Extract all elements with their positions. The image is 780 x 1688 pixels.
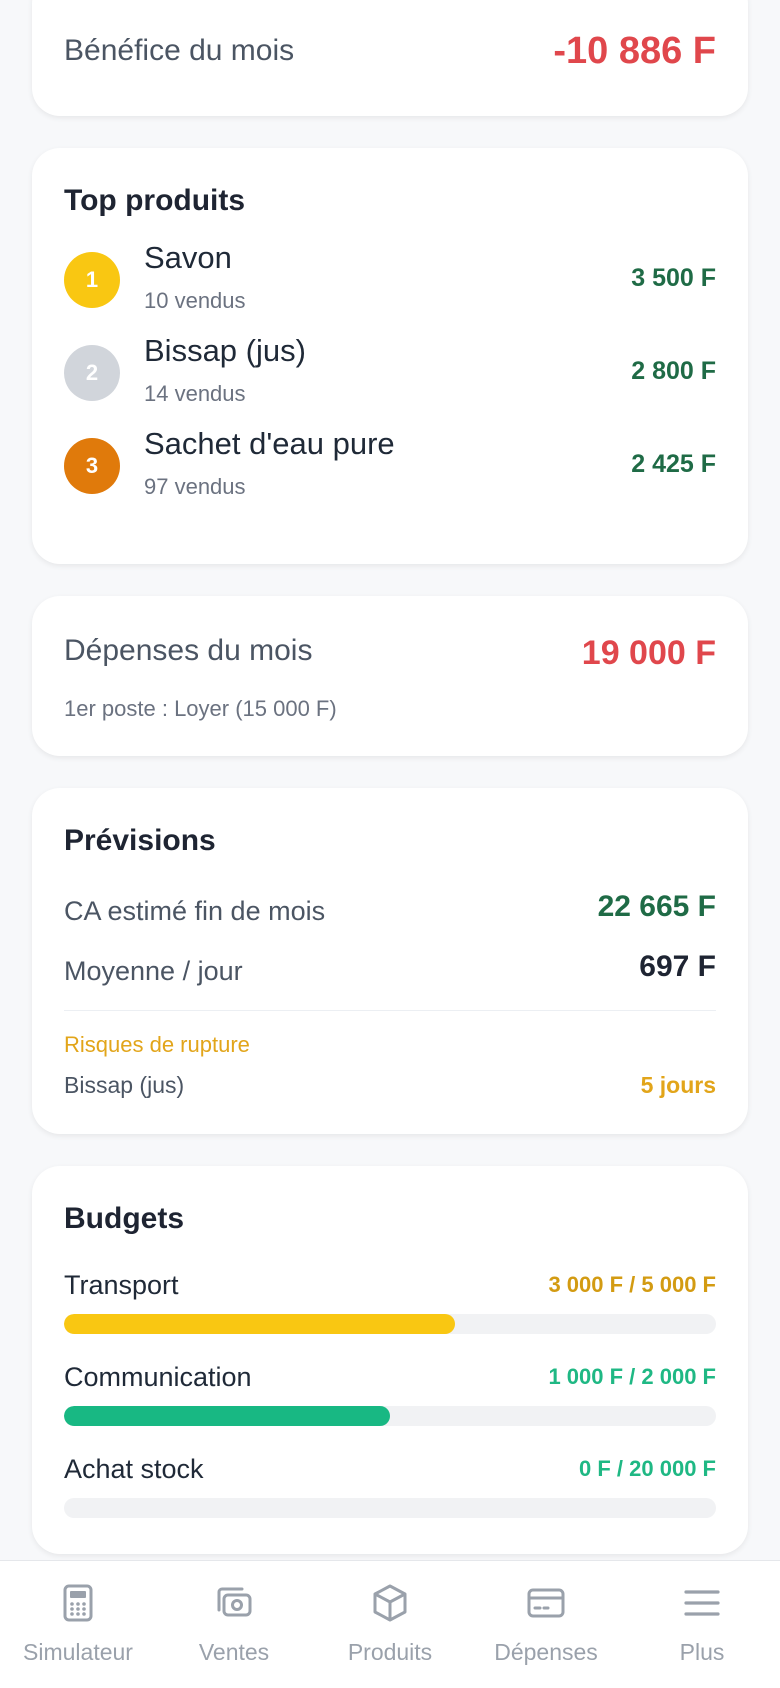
budget-label: Transport <box>64 1270 179 1300</box>
budget-label: Achat stock <box>64 1454 204 1484</box>
profit-value: -10 886 F <box>553 30 716 72</box>
nav-depenses[interactable]: Dépenses <box>468 1561 624 1688</box>
budget-row[interactable]: Transport 3 000 F / 5 000 F <box>64 1270 716 1340</box>
divider <box>64 1010 716 1011</box>
budget-progress-track <box>64 1314 716 1334</box>
budgets-card: Budgets Transport 3 000 F / 5 000 F Comm… <box>32 1166 748 1554</box>
product-row[interactable]: 1 Savon 10 vendus 3 500 F <box>32 234 748 324</box>
product-amount: 2 425 F <box>631 450 716 478</box>
menu-icon <box>684 1590 720 1616</box>
forecast-card: Prévisions CA estimé fin de mois 22 665 … <box>32 788 748 1134</box>
stockout-risk-days: 5 jours <box>640 1072 716 1098</box>
budget-value: 1 000 F / 2 000 F <box>548 1364 716 1389</box>
nav-label: Produits <box>347 1639 433 1665</box>
product-amount: 2 800 F <box>631 357 716 385</box>
budget-progress-fill <box>64 1406 390 1426</box>
expenses-card[interactable]: Dépenses du mois 19 000 F 1er poste : Lo… <box>32 596 748 756</box>
daily-average-label: Moyenne / jour <box>64 956 243 986</box>
box-icon <box>373 1584 407 1622</box>
forecast-revenue-label: CA estimé fin de mois <box>64 896 326 926</box>
budget-value: 3 000 F / 5 000 F <box>548 1272 716 1297</box>
expenses-label: Dépenses du mois <box>64 634 313 667</box>
budget-progress-track <box>64 1498 716 1518</box>
product-row[interactable]: 3 Sachet d'eau pure 97 vendus 2 425 F <box>32 420 748 510</box>
expenses-value: 19 000 F <box>581 634 716 672</box>
bottom-nav: Simulateur Ventes Produits Dépenses Plus <box>0 1560 780 1688</box>
expenses-top-item: 1er poste : Loyer (15 000 F) <box>64 696 337 721</box>
budget-progress-track <box>64 1406 716 1426</box>
product-sold: 14 vendus <box>144 381 246 406</box>
nav-plus[interactable]: Plus <box>624 1561 780 1688</box>
nav-ventes[interactable]: Ventes <box>156 1561 312 1688</box>
product-amount: 3 500 F <box>631 264 716 292</box>
nav-produits[interactable]: Produits <box>312 1561 468 1688</box>
daily-average-value: 697 F <box>639 950 716 983</box>
stockout-risk-product: Bissap (jus) <box>64 1072 185 1098</box>
card-icon <box>527 1588 565 1618</box>
forecast-title: Prévisions <box>64 824 216 857</box>
nav-simulateur[interactable]: Simulateur <box>0 1561 156 1688</box>
product-sold: 10 vendus <box>144 288 246 313</box>
calculator-icon <box>63 1584 93 1622</box>
cash-icon <box>217 1587 252 1617</box>
nav-label: Dépenses <box>494 1639 598 1665</box>
nav-label: Simulateur <box>23 1639 133 1665</box>
budget-value: 0 F / 20 000 F <box>579 1456 716 1481</box>
product-sold: 97 vendus <box>144 474 246 499</box>
top-products-title: Top produits <box>64 184 246 217</box>
top-products-card: Top produits 1 Savon 10 vendus 3 500 F 2… <box>32 148 748 564</box>
nav-label: Ventes <box>198 1639 270 1665</box>
forecast-revenue-value: 22 665 F <box>597 890 716 923</box>
product-name: Sachet d'eau pure <box>144 426 395 461</box>
profit-label: Bénéfice du mois <box>64 34 295 67</box>
product-row[interactable]: 2 Bissap (jus) 14 vendus 2 800 F <box>32 327 748 417</box>
product-name: Bissap (jus) <box>144 333 306 368</box>
stockout-risk-title: Risques de rupture <box>64 1032 250 1057</box>
rank-badge: 1 <box>64 252 120 308</box>
budget-label: Communication <box>64 1362 252 1392</box>
profit-card: Bénéfice du mois -10 886 F <box>32 0 748 116</box>
budget-row[interactable]: Achat stock 0 F / 20 000 F <box>64 1454 716 1524</box>
rank-badge: 3 <box>64 438 120 494</box>
dashboard-page: Bénéfice du mois -10 886 F Top produits … <box>0 0 780 1688</box>
nav-label: Plus <box>679 1639 725 1665</box>
rank-badge: 2 <box>64 345 120 401</box>
product-name: Savon <box>144 240 232 275</box>
budget-row[interactable]: Communication 1 000 F / 2 000 F <box>64 1362 716 1432</box>
budget-progress-fill <box>64 1314 456 1334</box>
budgets-title: Budgets <box>64 1202 184 1235</box>
